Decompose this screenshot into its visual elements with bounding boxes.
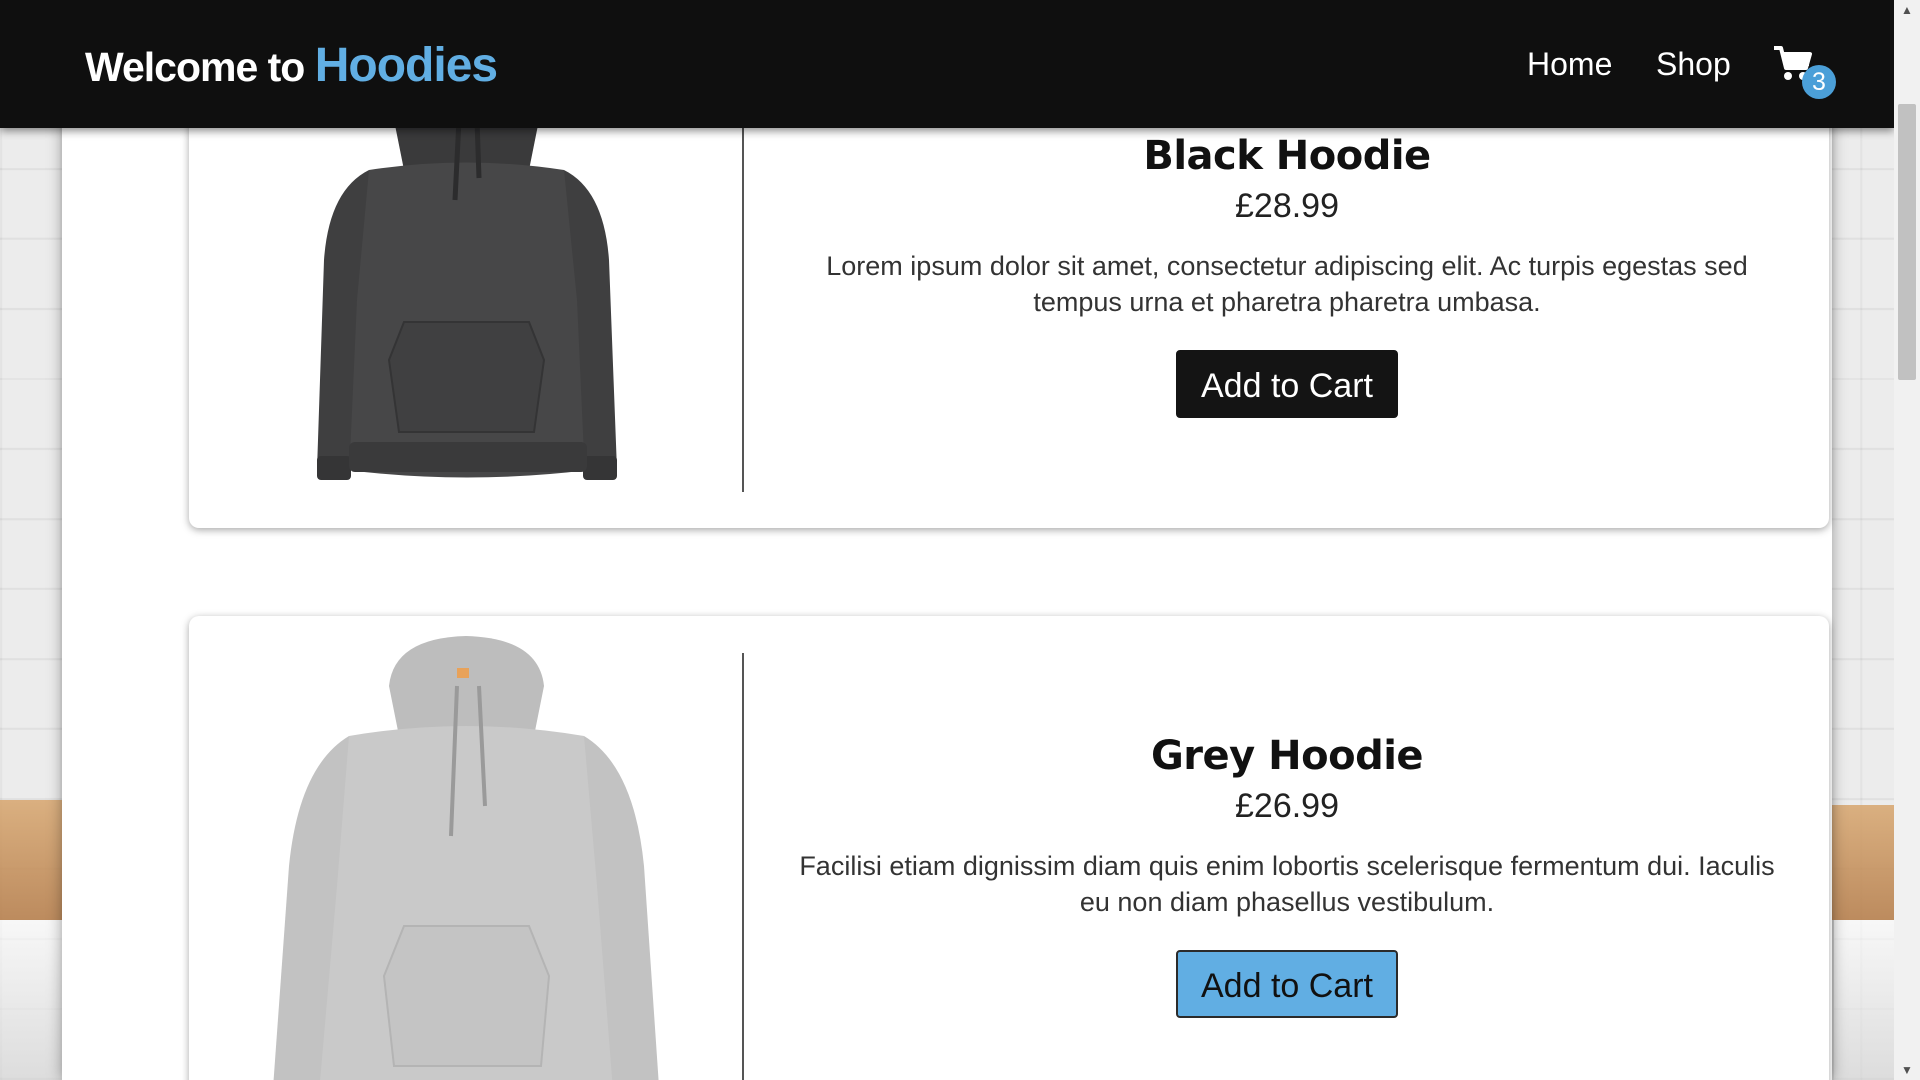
background-jar-right — [1832, 920, 1896, 1080]
background-jar-left — [0, 920, 64, 1080]
grey-hoodie-image — [273, 636, 659, 1080]
brand-prefix: Welcome to — [85, 44, 315, 90]
cart-button[interactable]: 3 — [1772, 44, 1836, 104]
scroll-down-arrow-icon[interactable]: ▼ — [1894, 1060, 1920, 1080]
top-navbar: Welcome to Hoodies Home Shop 3 — [0, 0, 1894, 128]
vertical-scrollbar[interactable]: ▲ ▼ — [1894, 0, 1920, 1080]
nav-link-shop[interactable]: Shop — [1656, 46, 1731, 83]
nav-link-home[interactable]: Home — [1527, 46, 1612, 83]
product-card-black-hoodie: Black Hoodie £28.99 Lorem ipsum dolor si… — [189, 60, 1829, 528]
scrollbar-thumb[interactable] — [1898, 104, 1916, 380]
product-image-black-hoodie — [189, 60, 743, 528]
background-shelf-right — [1832, 805, 1894, 920]
product-info: Grey Hoodie £26.99 Facilisi etiam dignis… — [745, 730, 1829, 1018]
product-price: £26.99 — [1235, 787, 1339, 825]
product-card-grey-hoodie: Grey Hoodie £26.99 Facilisi etiam dignis… — [189, 616, 1829, 1080]
scroll-up-arrow-icon[interactable]: ▲ — [1894, 0, 1920, 20]
product-info: Black Hoodie £28.99 Lorem ipsum dolor si… — [745, 130, 1829, 418]
product-description: Lorem ipsum dolor sit amet, consectetur … — [826, 251, 1748, 317]
brand-name: Hoodies — [314, 39, 498, 92]
add-to-cart-button[interactable]: Add to Cart — [1176, 350, 1398, 418]
add-to-cart-button[interactable]: Add to Cart — [1176, 950, 1398, 1018]
product-image-grey-hoodie — [189, 616, 743, 1080]
product-description: Facilisi etiam dignissim diam quis enim … — [799, 851, 1775, 917]
background-shelf-left — [0, 800, 62, 920]
cart-count-badge: 3 — [1802, 65, 1836, 99]
card-divider — [742, 653, 744, 1080]
product-title: Grey Hoodie — [1150, 733, 1424, 779]
main-content-column: Black Hoodie £28.99 Lorem ipsum dolor si… — [62, 0, 1832, 1080]
product-title: Black Hoodie — [1143, 133, 1431, 179]
site-brand[interactable]: Welcome to Hoodies — [85, 38, 498, 93]
product-price: £28.99 — [1235, 187, 1339, 225]
